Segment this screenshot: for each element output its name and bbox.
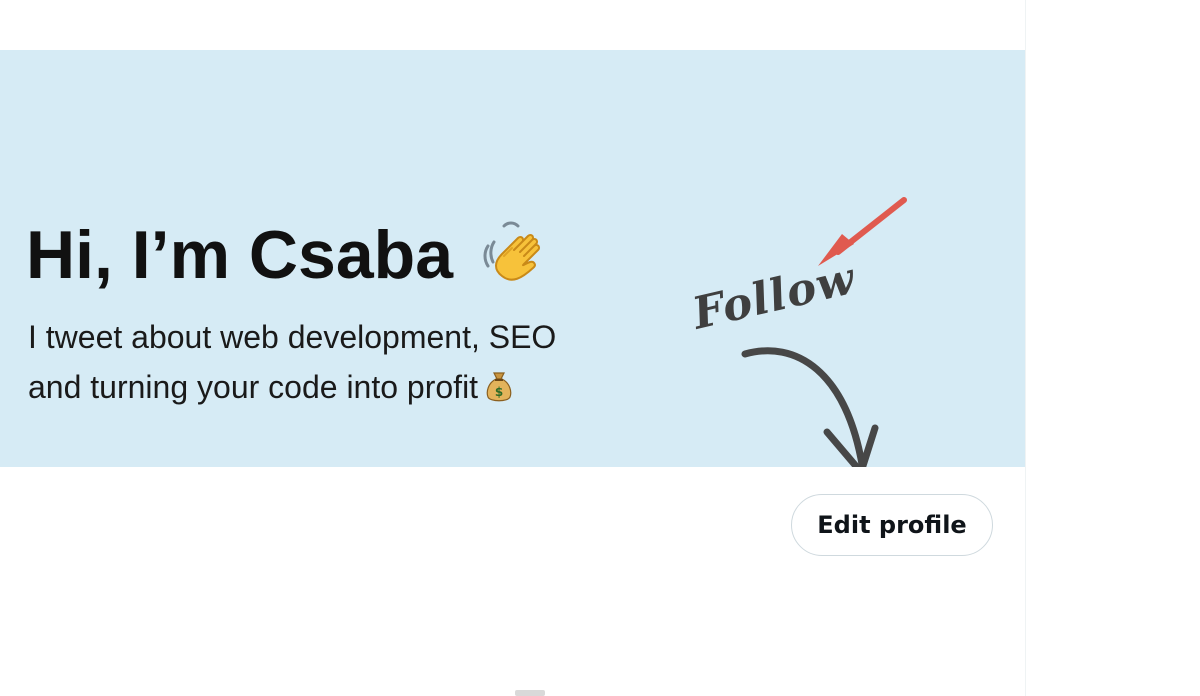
bio-line-2: and turning your code into profit — [28, 369, 479, 405]
banner-bio: I tweet about web development, SEO and t… — [28, 312, 668, 412]
profile-banner[interactable]: Hi, I’m Csaba I tweet about web developm… — [0, 50, 1025, 467]
waving-hand-icon — [483, 221, 541, 281]
svg-text:$: $ — [495, 385, 503, 399]
money-bag-icon: $ — [486, 372, 512, 402]
red-arrow-icon — [818, 197, 907, 266]
cut-off-element — [515, 690, 545, 696]
edit-profile-button[interactable]: Edit profile — [791, 494, 993, 556]
bio-line-1: I tweet about web development, SEO — [28, 319, 557, 355]
main-column: Hi, I’m Csaba I tweet about web developm… — [0, 0, 1026, 696]
banner-headline: Hi, I’m Csaba — [26, 217, 454, 293]
bio-line-2-wrapper: and turning your code into profit $ — [28, 362, 668, 412]
twitter-profile-page: Hi, I’m Csaba I tweet about web developm… — [0, 0, 1200, 696]
curved-arrow-down-icon — [741, 347, 879, 467]
